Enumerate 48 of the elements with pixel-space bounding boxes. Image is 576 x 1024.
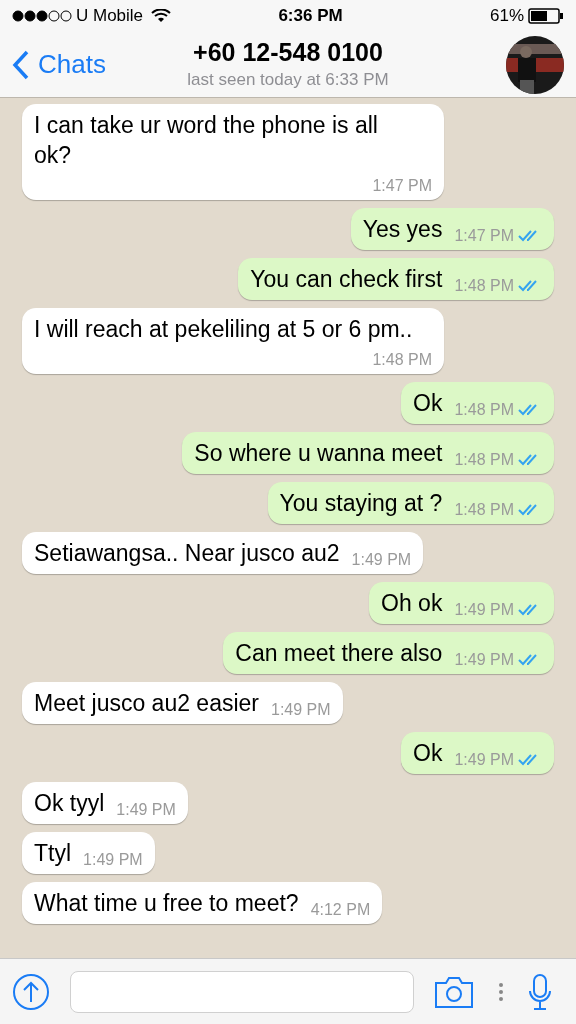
message-text: Meet jusco au2 easier xyxy=(34,689,259,718)
carrier-name: U Mobile xyxy=(76,5,144,28)
wifi-icon xyxy=(151,9,172,23)
message-time: 1:48 PM xyxy=(454,450,514,470)
signal-icon xyxy=(12,10,72,22)
message-time: 1:49 PM xyxy=(83,850,143,870)
message-text: Setiawangsa.. Near jusco au2 xyxy=(34,539,340,568)
back-chevron-icon xyxy=(12,49,30,80)
message-text: Ok xyxy=(413,739,443,768)
message-time: 4:12 PM xyxy=(310,900,371,920)
message-text: I will reach at pekeliling at 5 or 6 pm.. xyxy=(34,315,413,344)
battery-percent: 61% xyxy=(489,5,524,28)
last-seen: last seen today at 6:33 PM xyxy=(187,68,389,91)
message-time: 1:48 PM xyxy=(454,400,514,420)
contact-name: +60 12-548 0100 xyxy=(193,36,383,67)
camera-button[interactable] xyxy=(434,974,474,1009)
separator-dots-icon xyxy=(498,981,504,1002)
message-time: 1:48 PM xyxy=(372,350,432,370)
status-time: 6:36 PM xyxy=(278,5,344,28)
message-time: 1:47 PM xyxy=(454,226,514,246)
message-text: So where u wanna meet xyxy=(194,439,443,468)
message-text: Ok tyyl xyxy=(34,789,105,818)
message-time: 1:49 PM xyxy=(271,700,331,720)
message-time: 1:48 PM xyxy=(454,276,514,296)
battery-icon xyxy=(528,8,564,24)
attach-button[interactable] xyxy=(12,972,50,1011)
message-input-field[interactable] xyxy=(70,970,414,1013)
message-time: 1:49 PM xyxy=(116,800,176,820)
upload-icon xyxy=(12,972,50,1011)
message-text: Oh ok xyxy=(381,589,443,618)
message-time: 1:49 PM xyxy=(351,550,412,570)
message-text: I can take ur word the phone is all ok? xyxy=(34,111,379,170)
message-time: 1:49 PM xyxy=(454,750,514,770)
camera-icon xyxy=(434,974,474,1009)
message-text: Yes yes xyxy=(362,215,443,244)
message-text: What time u free to meet? xyxy=(34,889,299,918)
message-text: You staying at ? xyxy=(279,489,443,518)
microphone-button[interactable] xyxy=(528,972,552,1011)
message-text: Ok xyxy=(413,389,443,418)
back-button[interactable]: Chats xyxy=(12,45,162,84)
message-text: You can check first xyxy=(250,265,443,294)
microphone-icon xyxy=(528,972,552,1011)
message-text: Can meet there also xyxy=(235,639,443,668)
message-time: 1:49 PM xyxy=(454,600,514,620)
message-text: Ttyl xyxy=(34,839,72,868)
message-time: 1:48 PM xyxy=(454,500,514,520)
message-time: 1:47 PM xyxy=(372,176,432,196)
message-time: 1:49 PM xyxy=(454,650,514,670)
